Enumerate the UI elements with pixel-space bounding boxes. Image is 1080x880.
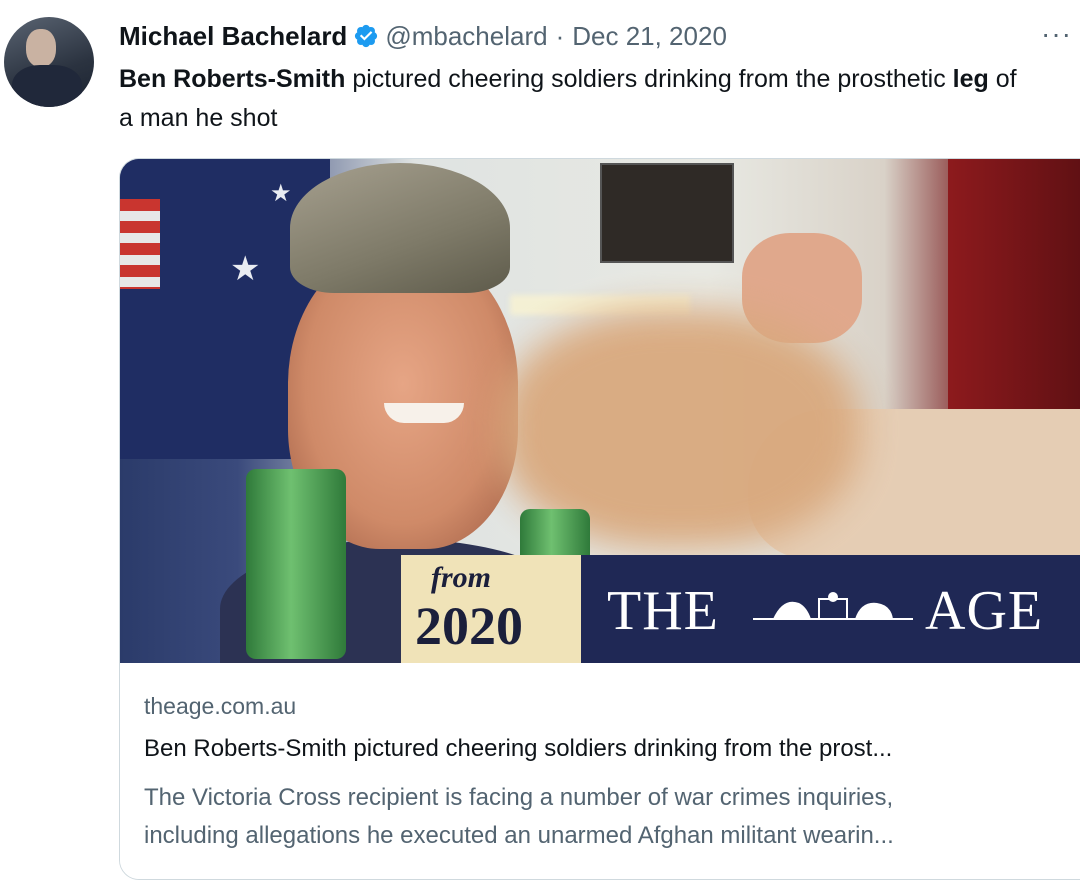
avatar-head	[26, 29, 56, 67]
masthead-the: THE	[607, 580, 719, 642]
badge-year: 2020	[415, 596, 523, 656]
author-handle[interactable]: @mbachelard	[385, 21, 547, 52]
card-domain[interactable]: theage.com.au	[144, 693, 296, 720]
tweet-text-bold-leg: leg	[952, 65, 989, 93]
avatar-body	[12, 65, 82, 107]
cap	[290, 163, 510, 293]
badge-from: from	[431, 561, 491, 594]
tweet-header: Michael Bachelard @mbachelard · Dec 21, …	[119, 18, 727, 54]
author-name[interactable]: Michael Bachelard	[119, 21, 347, 52]
wall-picture	[600, 163, 734, 263]
the-age-masthead: THE AGE	[581, 555, 1080, 663]
link-preview-card[interactable]: ★ ★ from 2020 THE AGE theage.com.au Ben …	[119, 158, 1080, 880]
tweet-text-part: pictured cheering soldiers drinking from…	[345, 65, 953, 93]
beer-can	[246, 469, 346, 659]
author-avatar[interactable]	[4, 17, 94, 107]
smile	[384, 403, 464, 423]
more-options-icon[interactable]: ···	[1041, 18, 1072, 50]
verified-badge-icon	[355, 24, 378, 48]
card-description: The Victoria Cross recipient is facing a…	[144, 779, 1064, 855]
tweet-text-bold-name: Ben Roberts-Smith	[119, 65, 346, 93]
article-photo[interactable]: ★ ★ from 2020 THE AGE	[120, 159, 1080, 663]
tweet-date[interactable]: Dec 21, 2020	[572, 21, 727, 52]
card-info[interactable]: theage.com.au Ben Roberts-Smith pictured…	[120, 663, 1080, 879]
separator-dot: ·	[555, 20, 565, 51]
year-badge: from 2020	[401, 555, 581, 663]
masthead-age: AGE	[925, 580, 1044, 642]
crest-logo-icon	[753, 592, 913, 620]
card-description-line-2: including allegations he executed an una…	[144, 822, 894, 849]
tweet-text: Ben Roberts-Smith pictured cheering sold…	[119, 60, 1019, 138]
card-description-line-1: The Victoria Cross recipient is facing a…	[144, 784, 894, 811]
card-title[interactable]: Ben Roberts-Smith pictured cheering sold…	[144, 735, 1064, 763]
